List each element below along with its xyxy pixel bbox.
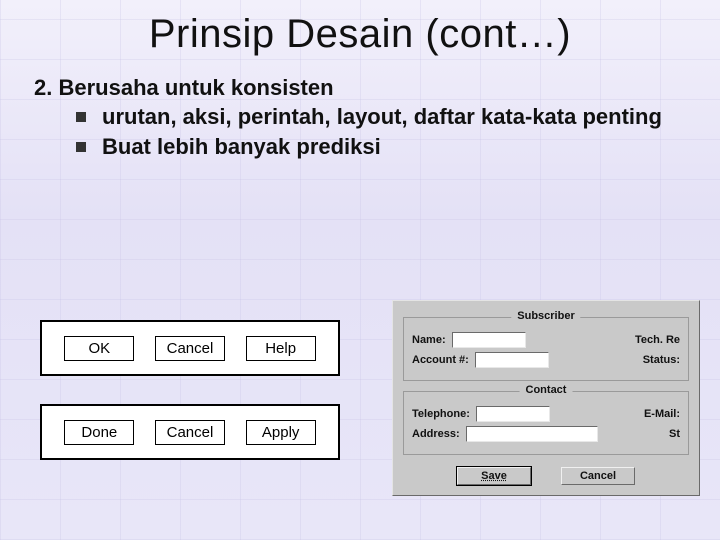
button-panel-b: Done Cancel Apply xyxy=(40,404,340,460)
subscriber-legend: Subscriber xyxy=(511,310,580,322)
account-pair: Account #: xyxy=(412,352,549,368)
done-button[interactable]: Done xyxy=(64,420,134,445)
bullet-text: urutan, aksi, perintah, layout, daftar k… xyxy=(102,103,662,131)
contact-legend: Contact xyxy=(520,384,573,396)
cancel-button[interactable]: Cancel xyxy=(155,336,225,361)
email-label: E-Mail: xyxy=(644,408,680,420)
telephone-label: Telephone: xyxy=(412,408,470,420)
bullet-row: Buat lebih banyak prediksi xyxy=(76,133,686,161)
name-pair: Name: xyxy=(412,332,526,348)
st-label: St xyxy=(669,428,680,440)
dialog-button-row: Save Cancel xyxy=(403,467,689,485)
name-field[interactable] xyxy=(452,332,526,348)
bullet-list: urutan, aksi, perintah, layout, daftar k… xyxy=(76,103,686,160)
ok-button[interactable]: OK xyxy=(64,336,134,361)
subscriber-dialog: Subscriber Name: Tech. Re Account #: Sta… xyxy=(392,300,700,496)
bullet-text: Buat lebih banyak prediksi xyxy=(102,133,381,161)
account-label: Account #: xyxy=(412,354,469,366)
address-field[interactable] xyxy=(466,426,598,442)
item-number: 2. xyxy=(34,75,52,100)
address-label: Address: xyxy=(412,428,460,440)
subscriber-row-1: Name: Tech. Re xyxy=(412,332,680,348)
slide-content: 2. Berusaha untuk konsisten urutan, aksi… xyxy=(0,57,720,160)
bullet-icon xyxy=(76,142,86,152)
item-text: Berusaha untuk konsisten xyxy=(58,75,333,100)
list-item-2: 2. Berusaha untuk konsisten xyxy=(34,75,686,101)
slide-title: Prinsip Desain (cont…) xyxy=(0,0,720,57)
tech-label: Tech. Re xyxy=(635,334,680,346)
save-button[interactable]: Save xyxy=(457,467,531,485)
contact-fieldset: Contact Telephone: E-Mail: Address: St xyxy=(403,391,689,455)
telephone-pair: Telephone: xyxy=(412,406,550,422)
help-button[interactable]: Help xyxy=(246,336,316,361)
apply-button[interactable]: Apply xyxy=(246,420,316,445)
account-field[interactable] xyxy=(475,352,549,368)
bullet-row: urutan, aksi, perintah, layout, daftar k… xyxy=(76,103,686,131)
name-label: Name: xyxy=(412,334,446,346)
telephone-field[interactable] xyxy=(476,406,550,422)
subscriber-row-2: Account #: Status: xyxy=(412,352,680,368)
address-pair: Address: xyxy=(412,426,598,442)
button-panels: OK Cancel Help Done Cancel Apply xyxy=(40,320,340,460)
contact-row-1: Telephone: E-Mail: xyxy=(412,406,680,422)
contact-row-2: Address: St xyxy=(412,426,680,442)
status-label: Status: xyxy=(643,354,680,366)
cancel-button[interactable]: Cancel xyxy=(561,467,635,485)
cancel-button[interactable]: Cancel xyxy=(155,420,225,445)
subscriber-fieldset: Subscriber Name: Tech. Re Account #: Sta… xyxy=(403,317,689,381)
button-panel-a: OK Cancel Help xyxy=(40,320,340,376)
bullet-icon xyxy=(76,112,86,122)
